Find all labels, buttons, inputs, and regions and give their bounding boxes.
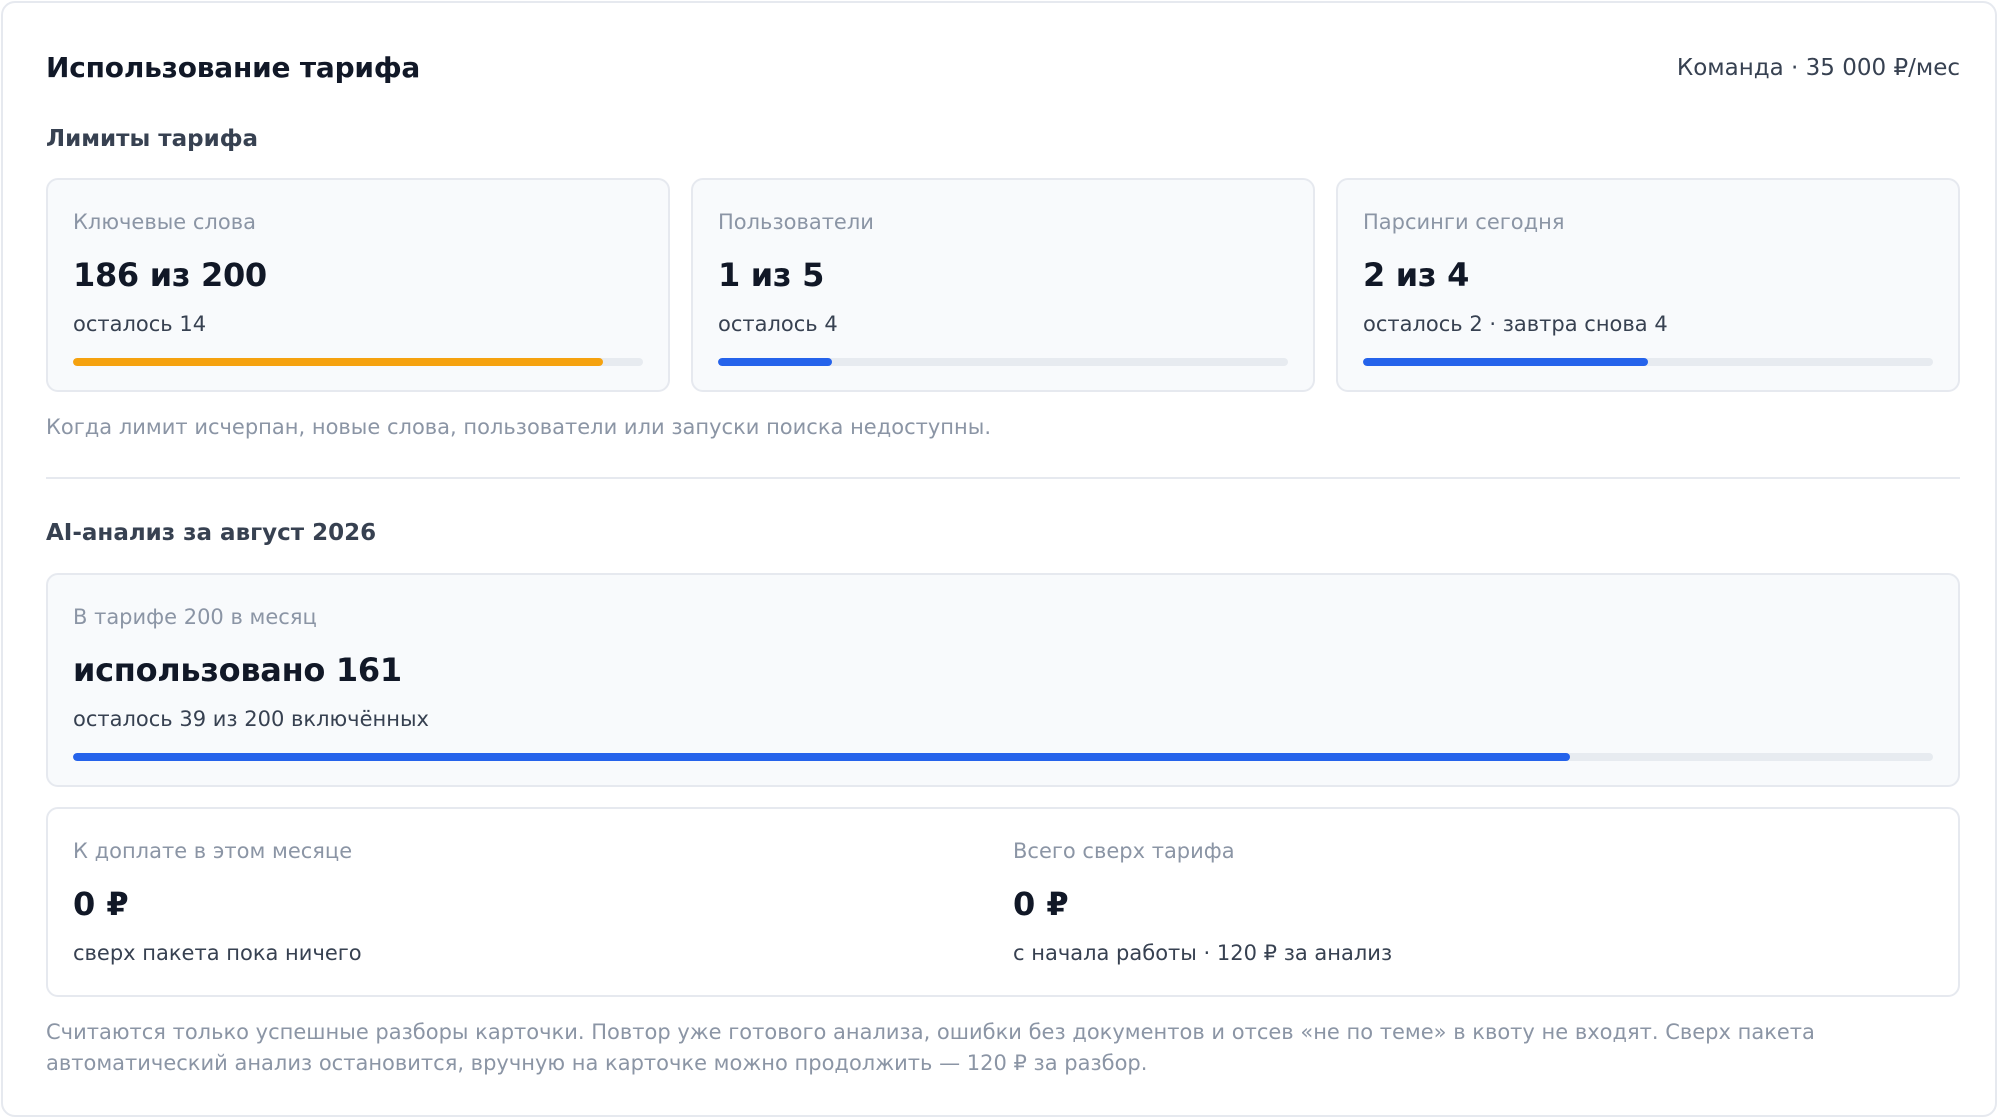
payment-value: 0 ₽ xyxy=(73,885,129,923)
payment-label: К доплате в этом месяце xyxy=(73,839,353,863)
limit-card-remaining: осталось 14 xyxy=(73,312,207,336)
panel-header: Использование тарифа Команда · 35 000 ₽/… xyxy=(46,51,1960,91)
limit-card-value: 186 из 200 xyxy=(73,256,267,294)
limit-card-keywords: Ключевые слова 186 из 200 осталось 14 xyxy=(46,178,670,392)
progress-fill xyxy=(718,358,832,366)
progress-track xyxy=(718,358,1288,366)
limit-card-value: 1 из 5 xyxy=(718,256,825,294)
payment-value: 0 ₽ xyxy=(1013,885,1069,923)
plan-name-price: Команда · 35 000 ₽/мес xyxy=(1676,55,1960,81)
payment-sub: с начала работы · 120 ₽ за анализ xyxy=(1013,941,1393,965)
limit-card-remaining: осталось 4 xyxy=(718,312,838,336)
progress-track xyxy=(73,358,643,366)
section-divider xyxy=(46,477,1960,479)
limit-card-label: Пользователи xyxy=(718,210,874,234)
overage-payment-card: К доплате в этом месяце 0 ₽ сверх пакета… xyxy=(46,807,1960,997)
page-title: Использование тарифа xyxy=(46,51,421,84)
progress-track xyxy=(1363,358,1933,366)
ai-quota-used: использовано 161 xyxy=(73,651,402,689)
progress-fill xyxy=(1363,358,1648,366)
tariff-usage-panel: Использование тарифа Команда · 35 000 ₽/… xyxy=(1,1,1997,1117)
limit-card-label: Парсинги сегодня xyxy=(1363,210,1565,234)
limits-section-label: Лимиты тарифа xyxy=(46,126,259,152)
progress-track xyxy=(73,753,1933,761)
ai-quota-card: В тарифе 200 в месяц использовано 161 ос… xyxy=(46,573,1960,787)
limit-cards: Ключевые слова 186 из 200 осталось 14 По… xyxy=(46,178,1960,392)
ai-quota-remaining: осталось 39 из 200 включённых xyxy=(73,707,429,731)
progress-fill xyxy=(73,358,604,366)
limit-card-users: Пользователи 1 из 5 осталось 4 xyxy=(691,178,1315,392)
limit-card-value: 2 из 4 xyxy=(1363,256,1470,294)
limit-card-label: Ключевые слова xyxy=(73,210,256,234)
progress-fill xyxy=(73,753,1571,761)
payment-label: Всего сверх тарифа xyxy=(1013,839,1235,863)
limits-note: Когда лимит исчерпан, новые слова, польз… xyxy=(46,415,992,439)
limit-card-parsings: Парсинги сегодня 2 из 4 осталось 2 · зав… xyxy=(1336,178,1960,392)
ai-quota-label: В тарифе 200 в месяц xyxy=(73,605,317,629)
limit-card-remaining: осталось 2 · завтра снова 4 xyxy=(1363,312,1668,336)
ai-section-label: AI-анализ за август 2026 xyxy=(46,520,377,546)
payment-sub: сверх пакета пока ничего xyxy=(73,941,362,965)
quota-rules-note: Считаются только успешные разборы карточ… xyxy=(46,1020,1815,1075)
